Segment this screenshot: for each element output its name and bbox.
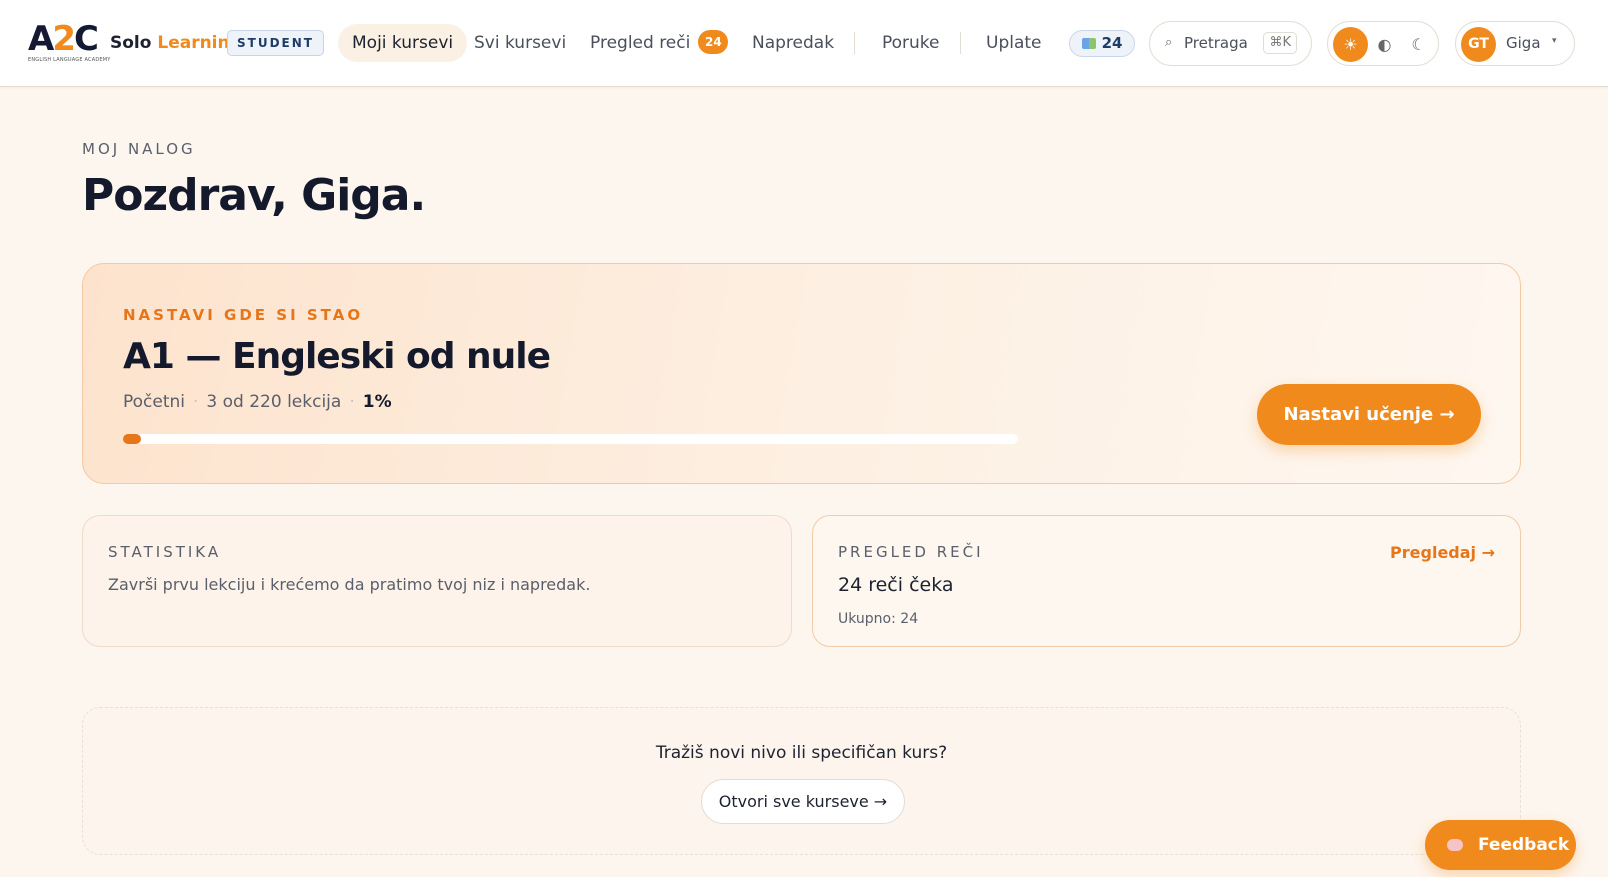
- page-eyebrow: MOJ NALOG: [82, 140, 196, 158]
- top-navigation-bar: A2C ENGLISH LANGUAGE ACADEMY Solo Learni…: [0, 0, 1608, 87]
- nav-payments[interactable]: Uplate: [986, 24, 1042, 62]
- user-name: Giga: [1506, 34, 1541, 52]
- chevron-down-icon: ▾: [1552, 36, 1557, 46]
- streak-counter[interactable]: 24: [1069, 30, 1135, 57]
- nav-word-review[interactable]: Pregled reči 24: [590, 24, 729, 62]
- role-badge: STUDENT: [227, 30, 324, 56]
- logo-subtitle: ENGLISH LANGUAGE ACADEMY: [28, 57, 111, 63]
- open-all-courses-button[interactable]: Otvori sve kurseve →: [701, 779, 905, 824]
- course-percent: 1%: [362, 392, 392, 412]
- search-shortcut-hint: ⌘K: [1263, 32, 1297, 54]
- course-meta: Početni · 3 od 220 lekcija · 1%: [123, 392, 392, 412]
- page-title: Pozdrav, Giga.: [82, 170, 426, 221]
- dark-theme-moon-icon[interactable]: ☾: [1401, 27, 1436, 62]
- nav-divider: [960, 32, 961, 54]
- meta-separator: ·: [193, 392, 199, 412]
- a2c-logo[interactable]: A2C ENGLISH LANGUAGE ACADEMY: [28, 19, 111, 63]
- feedback-label: Feedback: [1478, 835, 1570, 855]
- words-total: Ukupno: 24: [838, 611, 919, 627]
- book-stack-icon: [1081, 38, 1096, 49]
- course-title: A1 — Engleski od nule: [123, 336, 551, 377]
- explore-courses-section: Tražiš novi nivo ili specifičan kurs? Ot…: [82, 707, 1521, 855]
- search-button[interactable]: ⌕ Pretraga ⌘K: [1149, 21, 1312, 66]
- nav-messages[interactable]: Poruke: [882, 24, 940, 62]
- user-menu-button[interactable]: GT Giga ▾: [1455, 21, 1575, 66]
- continue-eyebrow: NASTAVI GDE SI STAO: [123, 306, 364, 324]
- course-lessons: 3 od 220 lekcija: [206, 392, 342, 412]
- course-progress-fill: [123, 434, 141, 444]
- words-waiting-count: 24 reči čeka: [838, 574, 954, 596]
- course-progress-bar: [123, 434, 1018, 444]
- chat-bubble-icon: [1447, 839, 1463, 851]
- logo-mark: A2C: [28, 19, 99, 59]
- avatar: GT: [1461, 27, 1496, 62]
- word-review-eyebrow: PREGLED REČI: [838, 543, 984, 561]
- review-words-link[interactable]: Pregledaj →: [1390, 543, 1495, 562]
- theme-switcher: ☀ ◐ ☾: [1327, 21, 1439, 66]
- nav-all-courses[interactable]: Svi kursevi: [474, 24, 566, 62]
- nav-divider: [854, 32, 855, 54]
- brand-name: Solo Learning: [110, 33, 242, 53]
- nav-my-courses[interactable]: Moji kursevi: [338, 24, 468, 62]
- meta-separator: ·: [349, 392, 355, 412]
- word-review-card: PREGLED REČI Pregledaj → 24 reči čeka Uk…: [812, 515, 1521, 647]
- light-theme-sun-icon[interactable]: ☀: [1333, 27, 1368, 62]
- feedback-button[interactable]: Feedback: [1425, 820, 1576, 870]
- word-review-count-badge: 24: [698, 30, 729, 54]
- explore-question: Tražiš novi nivo ili specifičan kurs?: [655, 743, 948, 763]
- continue-learning-button[interactable]: Nastavi učenje →: [1257, 384, 1481, 445]
- course-level: Početni: [123, 392, 186, 412]
- system-theme-contrast-icon[interactable]: ◐: [1367, 27, 1402, 62]
- search-icon: ⌕: [1165, 35, 1173, 50]
- statistics-eyebrow: STATISTIKA: [108, 543, 222, 561]
- statistics-empty-text: Završi prvu lekciju i krećemo da pratimo…: [108, 575, 591, 594]
- continue-learning-card: NASTAVI GDE SI STAO A1 — Engleski od nul…: [82, 263, 1521, 484]
- statistics-card: STATISTIKA Završi prvu lekciju i krećemo…: [82, 515, 792, 647]
- search-label: Pretraga: [1184, 34, 1248, 52]
- nav-progress[interactable]: Napredak: [752, 24, 834, 62]
